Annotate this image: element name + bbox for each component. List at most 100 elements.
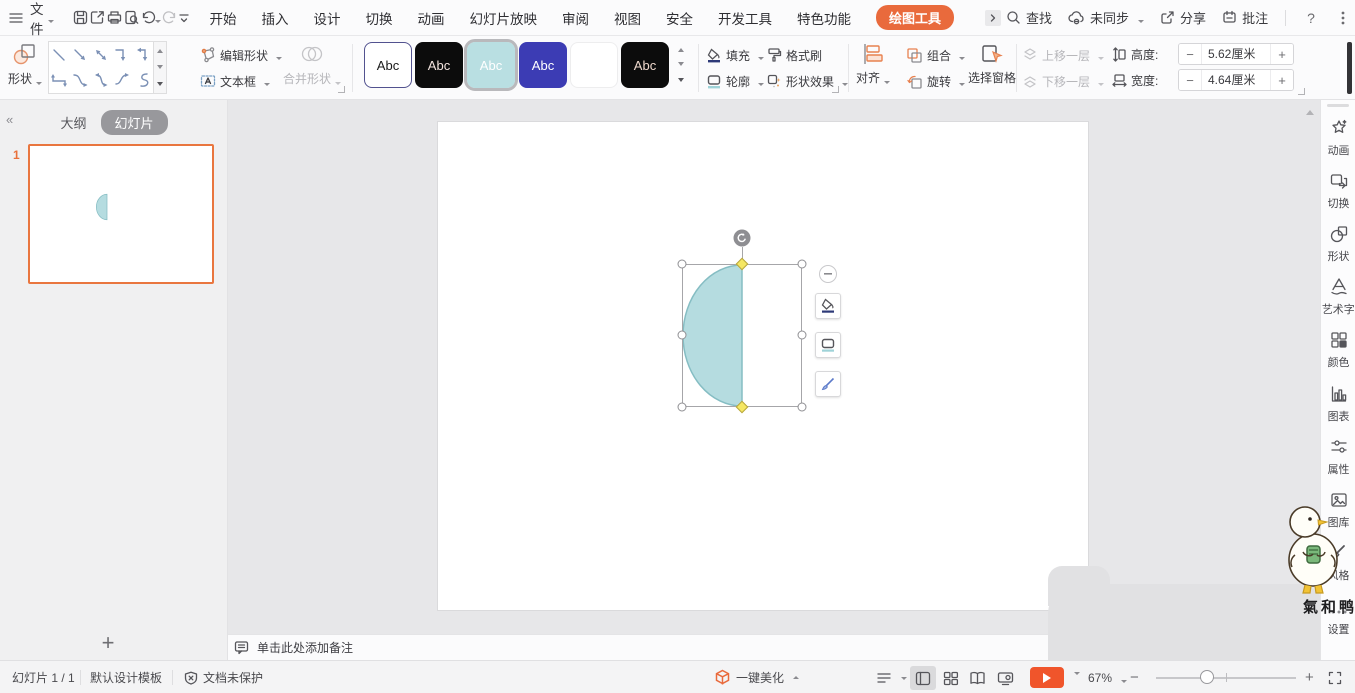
width-value-input[interactable]: 4.64厘米 <box>1201 70 1271 90</box>
resize-handle-bottom-left[interactable] <box>677 402 687 412</box>
more-commands-icon[interactable] <box>178 5 190 31</box>
edit-shape-dropdown[interactable]: 编辑形状 <box>200 45 283 65</box>
print-icon[interactable] <box>106 5 123 31</box>
align-dropdown[interactable]: 对齐 <box>854 42 892 86</box>
tab-drawing-tools-active[interactable]: 绘图工具 <box>876 5 955 30</box>
style-scroll-up-icon[interactable] <box>674 42 687 57</box>
fill-color-icon[interactable] <box>815 293 841 319</box>
duck-mascot[interactable] <box>1283 500 1349 596</box>
tab-developer[interactable]: 开发工具 <box>718 8 772 28</box>
document-protection-button[interactable]: 文档未保护 <box>184 661 263 693</box>
undo-options-icon[interactable] <box>154 19 161 26</box>
resize-handle-top-left[interactable] <box>677 259 687 269</box>
outline-dropdown[interactable]: 轮廓 <box>706 71 765 91</box>
zoom-slider-thumb[interactable] <box>1200 670 1214 684</box>
comment-button[interactable]: 批注 <box>1217 8 1273 27</box>
bring-forward-dropdown[interactable]: 上移一层 <box>1022 45 1105 65</box>
freeform-s-curve[interactable] <box>132 68 153 94</box>
connector-curved-arrow[interactable] <box>91 68 112 94</box>
width-increase-button[interactable]: + <box>1271 70 1293 90</box>
editing-canvas[interactable] <box>228 100 1320 634</box>
resize-handle-top-right[interactable] <box>797 259 807 269</box>
dialog-launcher-icon[interactable] <box>832 86 839 93</box>
resize-handle-bottom-right[interactable] <box>797 402 807 412</box>
shape-style-swatch-4[interactable]: Abc <box>519 42 567 88</box>
tab-home[interactable]: 开始 <box>210 8 237 28</box>
textbox-dropdown[interactable]: 文本框 <box>200 71 271 91</box>
height-increase-button[interactable]: + <box>1271 44 1293 64</box>
help-button[interactable]: ? <box>1298 5 1324 31</box>
sidebar-item-wordart[interactable]: 艺术字 <box>1321 277 1355 317</box>
send-backward-dropdown[interactable]: 下移一层 <box>1022 71 1105 91</box>
tab-security[interactable]: 安全 <box>666 8 693 28</box>
merge-shapes-dropdown[interactable]: 合并形状 <box>282 41 342 87</box>
connector-elbow[interactable] <box>111 42 132 68</box>
export-icon[interactable] <box>89 5 106 31</box>
sidebar-resize-handle[interactable] <box>1327 104 1349 107</box>
dialog-launcher-icon[interactable] <box>338 86 345 93</box>
sidebar-item-animation[interactable]: 动画 <box>1321 118 1355 158</box>
undo-icon[interactable] <box>140 5 157 31</box>
beautify-button[interactable]: 一键美化 <box>714 661 800 693</box>
rotate-dropdown[interactable]: 旋转 <box>906 71 966 91</box>
height-decrease-button[interactable]: − <box>1179 44 1201 64</box>
tab-slideshow[interactable]: 幻灯片放映 <box>470 8 538 28</box>
file-menu[interactable]: 文件 <box>24 2 60 37</box>
zoom-in-button[interactable]: + <box>1305 661 1314 693</box>
print-preview-icon[interactable] <box>123 5 140 31</box>
gallery-scroll-up-icon[interactable] <box>154 42 166 59</box>
shape-style-swatch-5[interactable] <box>570 42 618 88</box>
outline-color-icon[interactable] <box>815 332 841 358</box>
shapes-dropdown[interactable]: 形状 <box>6 41 44 87</box>
sidebar-item-shape[interactable]: 形状 <box>1321 224 1355 264</box>
shape-style-swatch-1[interactable]: Abc <box>364 42 412 88</box>
sidebar-item-transition[interactable]: 切换 <box>1321 171 1355 211</box>
style-scroll-down-icon[interactable] <box>674 57 687 72</box>
redo-icon[interactable] <box>161 5 178 31</box>
connector-diagonal-double-arrow[interactable] <box>91 42 112 68</box>
normal-view-button[interactable] <box>910 666 936 690</box>
rotation-handle[interactable] <box>733 229 751 247</box>
tab-special-features[interactable]: 特色功能 <box>797 8 851 28</box>
tab-review[interactable]: 审阅 <box>562 8 589 28</box>
connector-curved-double-arrow[interactable] <box>111 68 132 94</box>
sidebar-item-color[interactable]: 颜色 <box>1321 330 1355 370</box>
play-options-icon[interactable] <box>1074 672 1080 678</box>
template-name-button[interactable]: 默认设计模板 <box>90 661 162 693</box>
find-button[interactable]: 查找 <box>1001 8 1057 27</box>
reading-view-button[interactable] <box>964 666 990 690</box>
dialog-launcher-icon[interactable] <box>1298 88 1305 95</box>
connector-diagonal-line[interactable] <box>49 42 70 68</box>
resize-handle-mid-left[interactable] <box>677 330 687 340</box>
save-icon[interactable] <box>72 5 89 31</box>
connector-elbow-arrow[interactable] <box>132 42 153 68</box>
shape-style-swatch-6[interactable]: Abc <box>621 42 669 88</box>
connector-curved[interactable] <box>70 68 91 94</box>
more-menu-icon[interactable] <box>1330 5 1355 31</box>
fill-dropdown[interactable]: 填充 <box>706 45 765 65</box>
hamburger-menu-icon[interactable] <box>8 5 24 31</box>
selected-chord-shape[interactable] <box>682 264 802 407</box>
tab-overflow-icon[interactable] <box>985 9 1002 26</box>
slide-sorter-button[interactable] <box>938 666 964 690</box>
connector-elbow-double[interactable] <box>49 68 70 94</box>
zoom-level-dropdown[interactable]: 67% <box>1088 661 1128 693</box>
slideshow-play-button[interactable] <box>1030 667 1064 688</box>
sidebar-item-chart[interactable]: 图表 <box>1321 384 1355 424</box>
sync-status-button[interactable]: 未同步 <box>1063 8 1149 27</box>
tab-transitions[interactable]: 切换 <box>366 8 393 28</box>
slide-thumbnail-1[interactable] <box>28 144 214 284</box>
fit-window-button[interactable] <box>1328 661 1342 693</box>
selection-pane-button[interactable]: 选择窗格 <box>964 42 1020 86</box>
format-painter-button[interactable]: 格式刷 <box>766 45 822 65</box>
share-button[interactable]: 分享 <box>1155 8 1211 27</box>
tab-slides-active[interactable]: 幻灯片 <box>100 110 168 135</box>
shape-style-swatch-2[interactable]: Abc <box>415 42 463 88</box>
tab-animations[interactable]: 动画 <box>418 8 445 28</box>
width-decrease-button[interactable]: − <box>1179 70 1201 90</box>
sidebar-item-properties[interactable]: 属性 <box>1321 437 1355 477</box>
gallery-scroll-down-icon[interactable] <box>154 59 166 76</box>
projector-view-button[interactable] <box>992 666 1018 690</box>
resize-handle-mid-right[interactable] <box>797 330 807 340</box>
collapse-minus-icon[interactable] <box>819 265 837 283</box>
